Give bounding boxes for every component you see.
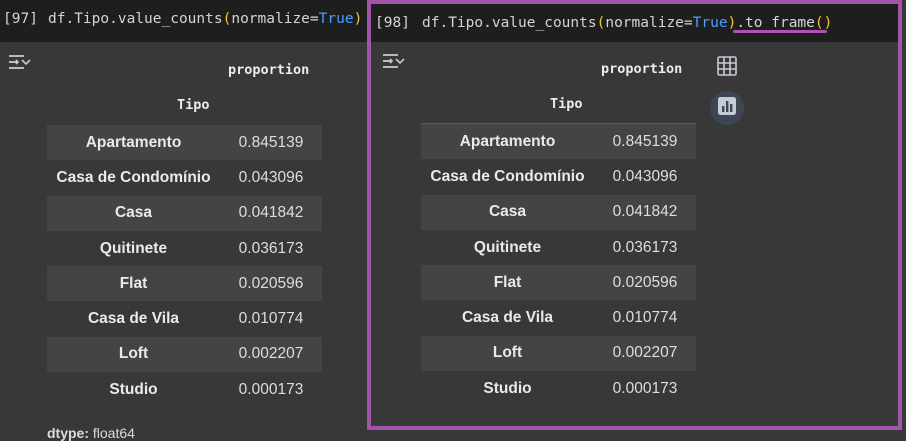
row-label: Loft — [118, 345, 149, 363]
row-value: 0.020596 — [238, 274, 304, 292]
row-value: 0.041842 — [612, 203, 678, 221]
row-label: Apartamento — [459, 132, 556, 150]
row-value: 0.043096 — [612, 167, 678, 185]
row-value: 0.002207 — [238, 345, 304, 363]
code-line[interactable]: df.Tipo.value_counts(normalize=True).to_… — [422, 15, 832, 31]
row-label: Loft — [492, 344, 523, 362]
table-row: Casa de Vila 0.010774 — [421, 300, 696, 335]
column-header: proportion — [228, 62, 310, 78]
row-value: 0.000173 — [612, 379, 678, 397]
output-dataframe: proportion Tipo Apartamento 0.845139 Casa… — [421, 54, 696, 414]
dtype-line: dtype: float64 — [47, 425, 135, 441]
table-row: Casa 0.041842 — [47, 195, 322, 231]
row-label: Apartamento — [85, 133, 182, 151]
execution-count: [98] — [375, 15, 410, 31]
row-value: 0.010774 — [238, 310, 304, 328]
row-value: 0.043096 — [238, 168, 304, 186]
row-value: 0.845139 — [238, 133, 304, 151]
table-row: Quitinete 0.036173 — [47, 231, 322, 266]
row-value: 0.020596 — [612, 273, 678, 291]
output-settings-icon[interactable] — [380, 51, 406, 71]
index-name: Tipo — [177, 97, 210, 113]
row-value: 0.041842 — [238, 204, 304, 222]
row-value: 0.000173 — [238, 380, 304, 398]
row-label: Studio — [109, 380, 158, 398]
table-row: Casa de Vila 0.010774 — [47, 301, 322, 336]
row-label: Flat — [119, 274, 148, 292]
chart-suggestion-icon — [716, 95, 738, 122]
output-table: proportion Tipo Apartamento 0.845139 Casa… — [47, 55, 322, 415]
row-value: 0.010774 — [612, 309, 678, 327]
code-editor[interactable]: [97] df.Tipo.value_counts(normalize=True… — [0, 0, 367, 42]
table-row: Casa de Condomínio 0.043096 — [47, 160, 322, 195]
row-value: 0.036173 — [238, 239, 304, 257]
row-label: Casa de Vila — [87, 310, 180, 328]
table-row: Loft 0.002207 — [47, 336, 322, 373]
table-row: Quitinete 0.036173 — [421, 230, 696, 265]
table-row: Loft 0.002207 — [421, 335, 696, 372]
chart-suggestion-button[interactable] — [710, 91, 744, 125]
table-row: Flat 0.020596 — [47, 266, 322, 302]
row-label: Casa de Vila — [461, 309, 554, 327]
table-row: Casa de Condomínio 0.043096 — [421, 159, 696, 194]
row-label: Quitinete — [99, 239, 168, 257]
row-label: Casa — [488, 203, 527, 221]
code-cell-98: [98] df.Tipo.value_counts(normalize=True… — [367, 0, 902, 434]
code-line[interactable]: df.Tipo.value_counts(normalize=True) — [48, 11, 362, 27]
output-settings-icon[interactable] — [6, 52, 32, 72]
highlight-underline — [733, 30, 827, 33]
column-header: proportion — [601, 61, 683, 77]
index-name: Tipo — [550, 96, 583, 112]
table-body: Apartamento 0.845139 Casa de Condomínio 0.… — [47, 125, 322, 407]
row-value: 0.845139 — [612, 132, 678, 150]
row-label: Flat — [493, 273, 522, 291]
row-value: 0.036173 — [612, 238, 678, 256]
table-row: Apartamento 0.845139 — [47, 125, 322, 161]
row-value: 0.002207 — [612, 344, 678, 362]
code-cell-97: [97] df.Tipo.value_counts(normalize=True… — [0, 0, 367, 441]
table-view-icon — [716, 55, 738, 82]
table-row: Flat 0.020596 — [421, 265, 696, 301]
row-label: Quitinete — [473, 238, 542, 256]
table-row: Apartamento 0.845139 — [421, 124, 696, 160]
table-row: Casa 0.041842 — [421, 194, 696, 230]
row-label: Casa de Condomínio — [56, 168, 211, 186]
row-label: Studio — [483, 379, 532, 397]
table-row: Studio 0.000173 — [47, 372, 322, 407]
table-body: Apartamento 0.845139 Casa de Condomínio 0.… — [421, 124, 696, 406]
row-label: Casa — [114, 204, 153, 222]
execution-count: [97] — [3, 11, 38, 27]
row-label: Casa de Condomínio — [430, 167, 585, 185]
table-row: Studio 0.000173 — [421, 371, 696, 406]
code-editor[interactable]: [98] df.Tipo.value_counts(normalize=True… — [371, 4, 898, 42]
table-view-button[interactable] — [710, 51, 744, 85]
